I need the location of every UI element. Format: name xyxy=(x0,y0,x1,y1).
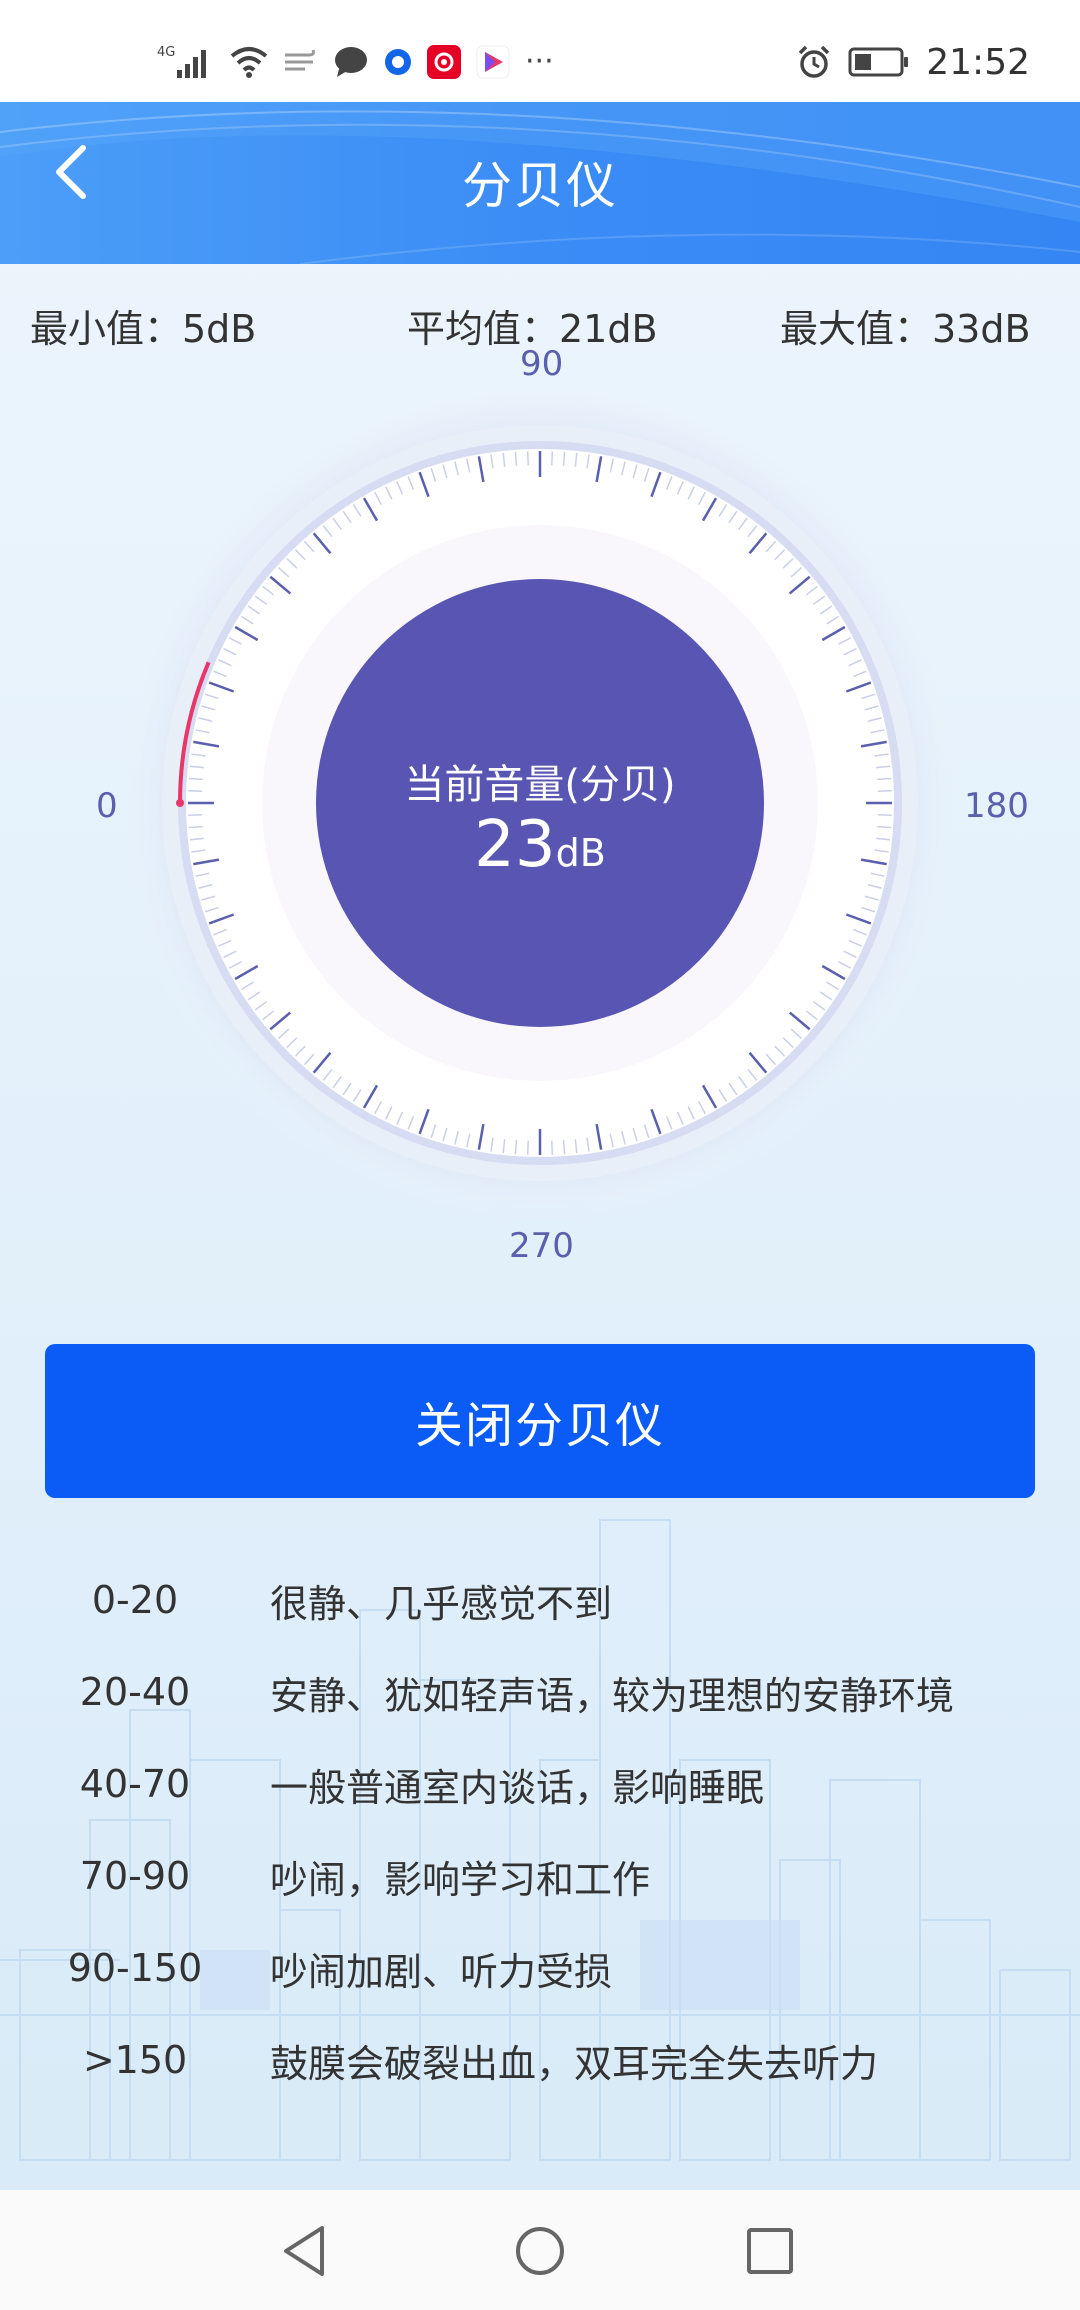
legend-range: 20-40 xyxy=(79,1670,191,1714)
back-triangle-icon[interactable] xyxy=(270,2216,340,2286)
legend-row: 40-70 一般普通室内谈话，影响睡眠 xyxy=(0,1754,1080,1814)
decibel-gauge xyxy=(120,383,960,1223)
legend-row: 0-20 很静、几乎感觉不到 xyxy=(0,1570,1080,1630)
legend-range: 40-70 xyxy=(79,1762,191,1806)
current-volume-unit: dB xyxy=(555,831,606,875)
gauge-minor-tick xyxy=(514,1140,518,1155)
legend-row: 90-150 吵闹加剧、听力受损 xyxy=(0,1938,1080,1998)
legend-description: 鼓膜会破裂出血，双耳完全失去听力 xyxy=(270,2041,879,2086)
legend-description: 吵闹，影响学习和工作 xyxy=(270,1857,651,1902)
legend-description: 吵闹加剧、听力受损 xyxy=(270,1949,613,1994)
legend-range: >150 xyxy=(82,2038,188,2082)
system-nav-bar xyxy=(0,2190,1080,2310)
current-volume-number: 23 xyxy=(474,808,556,882)
recents-square-icon[interactable] xyxy=(735,2216,805,2286)
legend-range: 70-90 xyxy=(79,1854,191,1898)
legend-range: 0-20 xyxy=(91,1578,179,1622)
close-decibel-meter-button[interactable]: 关闭分贝仪 xyxy=(45,1344,1035,1498)
legend-row: 70-90 吵闹，影响学习和工作 xyxy=(0,1846,1080,1906)
gauge-minor-tick xyxy=(514,451,518,466)
home-circle-icon[interactable] xyxy=(505,2216,575,2286)
gauge-minor-tick xyxy=(562,1140,566,1155)
legend-row: 20-40 安静、犹如轻声语，较为理想的安静环境 xyxy=(0,1662,1080,1722)
legend-description: 很静、几乎感觉不到 xyxy=(270,1581,613,1626)
current-volume-label: 当前音量(分贝) xyxy=(404,762,676,808)
gauge-minor-tick xyxy=(562,451,566,466)
legend-range: 90-150 xyxy=(67,1946,203,1990)
legend-row: >150 鼓膜会破裂出血，双耳完全失去听力 xyxy=(0,2030,1080,2090)
current-volume-value: 23dB xyxy=(0,808,1080,882)
legend-description: 安静、犹如轻声语，较为理想的安静环境 xyxy=(270,1673,955,1718)
legend-description: 一般普通室内谈话，影响睡眠 xyxy=(270,1765,765,1810)
